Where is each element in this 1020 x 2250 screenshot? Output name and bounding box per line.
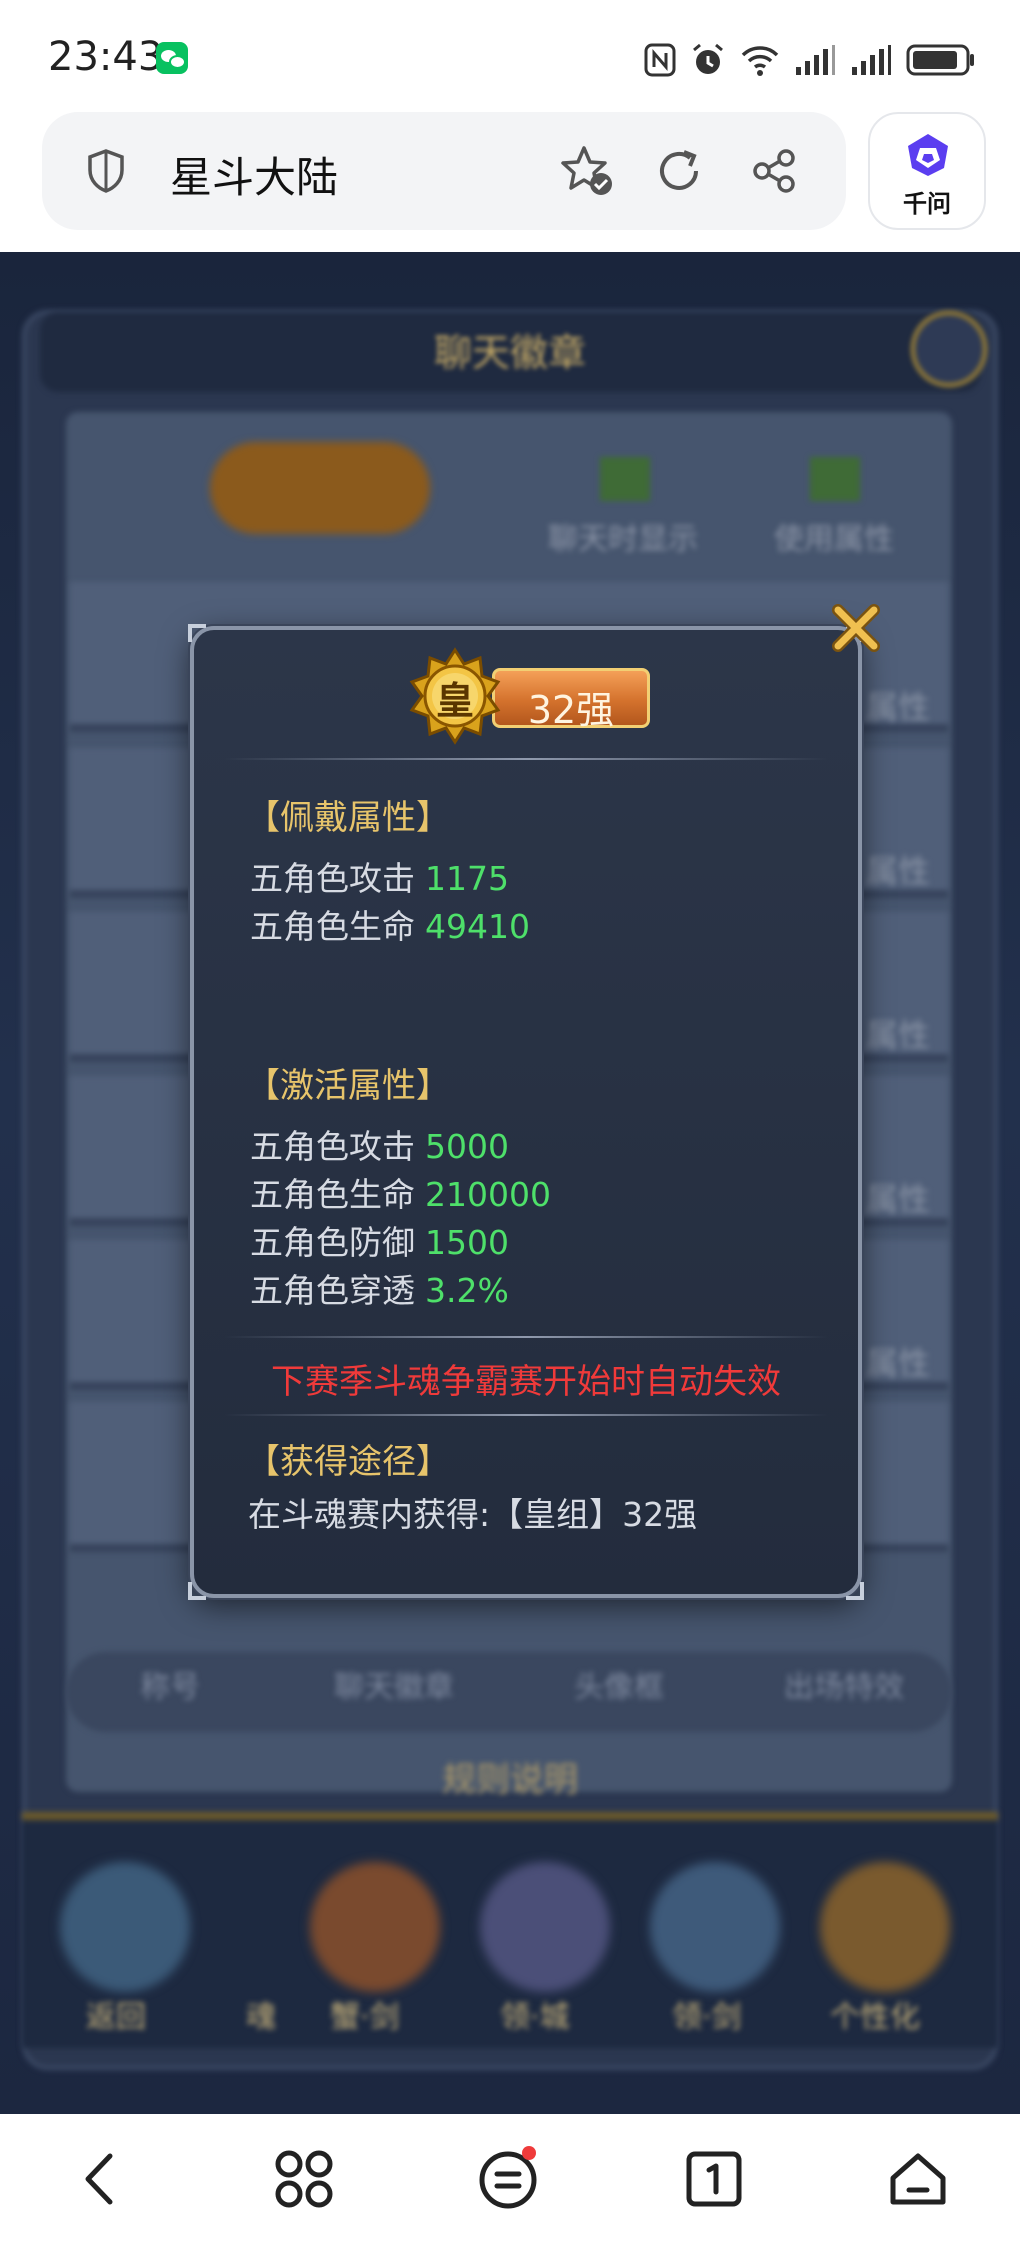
background-bottom-label: 领·城 (500, 2000, 570, 2035)
attr-label: 五角色生命 (250, 1175, 415, 1214)
background-header-title: 聊天徽章 (433, 331, 586, 375)
source-description: 在斗魂赛内获得:【皇组】32强 (248, 1495, 698, 1534)
background-checkbox-icon (810, 457, 860, 501)
browser-bottom-nav (0, 2114, 1020, 2250)
active-attribute-row: 五角色攻击 5000 (250, 1120, 509, 1168)
attr-value: 210000 (425, 1175, 551, 1214)
background-tab: 头像框 (574, 1670, 664, 1705)
shield-icon[interactable] (86, 148, 126, 194)
attr-value: 5000 (425, 1127, 509, 1166)
warning-divider-bottom (224, 1414, 828, 1416)
wechat-notification-icon (156, 42, 188, 74)
background-tab: 聊天徽章 (334, 1670, 454, 1705)
background-menu-icon (480, 1862, 610, 1992)
wear-attribute-row: 五角色生命 49410 (250, 900, 530, 948)
favorite-icon[interactable] (558, 144, 616, 198)
address-bar[interactable]: 星斗大陆 (42, 112, 846, 230)
background-option-label: 聊天时显示 (548, 522, 698, 557)
background-bottom-label: 蟹·剑 (330, 2000, 400, 2035)
active-attribute-row: 五角色穿透 3.2% (250, 1264, 509, 1312)
background-selected-badge (210, 442, 430, 534)
tabs-button[interactable] (674, 2144, 754, 2224)
attr-label: 五角色防御 (250, 1223, 415, 1262)
dialog-corner-ornament (846, 1582, 864, 1600)
alarm-icon (693, 43, 723, 74)
status-bar: 23:43 (0, 0, 1020, 110)
attr-label: 五角色攻击 (250, 859, 415, 898)
background-checkbox-icon (600, 457, 650, 501)
qianwen-logo-icon (908, 134, 948, 176)
menu-button[interactable] (468, 2144, 548, 2224)
status-icons (644, 40, 976, 80)
nfc-icon (644, 43, 676, 77)
badge-detail-dialog: 32强 皇 【佩戴属性】 五角色攻击 1175 五角色生命 49410 【激活属性】… (188, 624, 864, 1600)
background-option-label: 使用属性 (774, 522, 894, 557)
background-tab: 称号 (140, 1670, 200, 1705)
active-attributes-title: 【激活属性】 (246, 1066, 450, 1106)
apps-button[interactable] (264, 2144, 344, 2224)
page-title[interactable]: 星斗大陆 (170, 144, 338, 205)
background-return-icon (60, 1862, 190, 1992)
background-bottom-label: 领·剑 (672, 2000, 742, 2035)
background-bottom-label: 返回 (86, 2000, 146, 2035)
attr-label: 五角色生命 (250, 907, 415, 946)
rank-badge: 32强 皇 (400, 646, 650, 746)
wear-attribute-row: 五角色攻击 1175 (250, 852, 509, 900)
expiry-warning: 下赛季斗魂争霸赛开始时自动失效 (271, 1362, 781, 1402)
attr-value: 3.2% (425, 1271, 509, 1310)
attr-value: 1175 (425, 859, 509, 898)
apps-icon (275, 2150, 333, 2208)
signal-icon-2 (852, 45, 891, 75)
attr-label: 五角色攻击 (250, 1127, 415, 1166)
home-button[interactable] (878, 2144, 958, 2224)
source-title: 【获得途径】 (246, 1442, 450, 1482)
background-row-label: 属性 (865, 688, 930, 726)
tabs-icon (686, 2151, 742, 2207)
header-divider (224, 758, 828, 760)
background-menu-icon (310, 1862, 440, 1992)
rank-medal-glyph: 皇 (436, 679, 475, 723)
back-button[interactable] (60, 2144, 140, 2224)
share-icon[interactable] (750, 146, 800, 196)
background-row-label: 属性 (865, 1016, 930, 1054)
background-bottom-label: 个性化 (830, 2000, 920, 2035)
background-close-icon (910, 310, 988, 388)
wear-attributes-title: 【佩戴属性】 (246, 798, 450, 838)
background-rules-link: 规则说明 (442, 1760, 578, 1800)
dialog-corner-ornament (188, 1582, 206, 1600)
qianwen-assistant-button[interactable]: 千问 (868, 112, 986, 230)
background-menu-icon (820, 1862, 950, 1992)
battery-icon (906, 44, 974, 76)
close-icon[interactable] (826, 598, 886, 658)
notification-dot (522, 2146, 536, 2160)
reload-icon[interactable] (654, 146, 704, 196)
status-time: 23:43 (48, 34, 164, 80)
signal-icon-1 (796, 45, 835, 75)
rank-plate: 32强 (492, 668, 650, 732)
attr-label: 五角色穿透 (250, 1271, 415, 1310)
rank-label: 32强 (527, 688, 615, 732)
home-icon (890, 2153, 946, 2205)
background-menu-icon (650, 1862, 780, 1992)
dialog-header: 32强 皇 (194, 630, 858, 760)
active-attribute-row: 五角色生命 210000 (250, 1168, 551, 1216)
wifi-icon (741, 46, 779, 76)
attr-value: 1500 (425, 1223, 509, 1262)
active-attribute-row: 五角色防御 1500 (250, 1216, 509, 1264)
back-arrow-icon (85, 2153, 113, 2205)
background-row-label: 属性 (865, 1344, 930, 1382)
warning-divider-top (224, 1336, 828, 1338)
background-tab: 出场特效 (784, 1670, 904, 1705)
background-row-label: 属性 (865, 852, 930, 890)
attr-value: 49410 (425, 907, 530, 946)
background-row-label: 属性 (865, 1180, 930, 1218)
background-bottom-label: 魂 (246, 2000, 276, 2035)
qianwen-label: 千问 (903, 190, 951, 218)
